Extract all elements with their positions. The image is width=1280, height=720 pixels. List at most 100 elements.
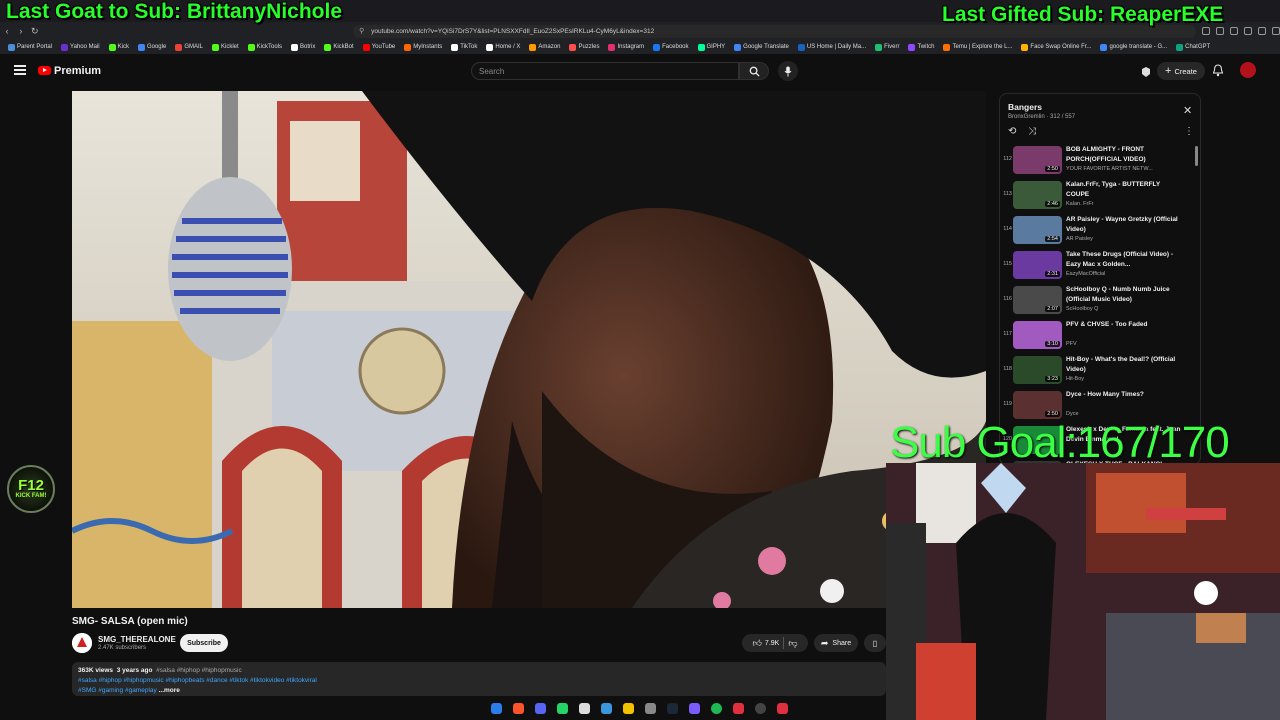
save-button[interactable]: ▯ [864, 634, 886, 652]
channel-name[interactable]: SMG_THEREALONE [98, 635, 176, 644]
pin-icon[interactable] [777, 703, 788, 714]
playlist-item[interactable]: 114 2:54 AR Paisley - Wayne Gretzky (Offic… [1000, 214, 1196, 249]
bookmark-item[interactable]: GIPHY [697, 43, 725, 51]
hashtags-top[interactable]: #salsa #hiphop #hiphopmusic [156, 667, 242, 674]
playlist-item[interactable]: 115 2:31 Take These Drugs (Official Video)… [1000, 249, 1196, 284]
description-box[interactable]: 363K views 3 years ago #salsa #hiphop #h… [72, 662, 886, 696]
app-icon[interactable] [689, 703, 700, 714]
show-more-link[interactable]: ...more [159, 687, 180, 694]
playlist-item-thumbnail[interactable]: 2:07 [1013, 286, 1062, 314]
playlist-item[interactable]: 117 3:10 PFV & CHVSE - Too Faded PFV [1000, 319, 1196, 354]
search-input[interactable]: Search [471, 62, 739, 80]
create-button[interactable]: + Create [1157, 62, 1205, 80]
shuffle-icon[interactable]: ⤨ [1028, 126, 1036, 137]
extension-icon[interactable] [1272, 27, 1280, 35]
like-button[interactable]: 👍︎ 7.9K [753, 638, 780, 649]
playlist-item-thumbnail[interactable]: 2:31 [1013, 251, 1062, 279]
bookmark-item[interactable]: Temu | Explore the L... [943, 43, 1012, 51]
playlist-item-thumbnail[interactable]: 2:50 [1013, 391, 1062, 419]
bookmark-item[interactable]: Kicklet [211, 43, 239, 51]
playlist-item-thumbnail[interactable]: 2:46 [1013, 181, 1062, 209]
subscribe-button[interactable]: Subscribe [180, 634, 228, 652]
menu-icon[interactable] [14, 65, 26, 75]
playlist-item-title[interactable]: PFV & CHVSE - Too Faded [1066, 320, 1184, 330]
playlist-item-title[interactable]: Take These Drugs (Official Video) - Eazy… [1066, 250, 1184, 269]
start-icon[interactable] [491, 703, 502, 714]
notifications-icon[interactable] [1212, 64, 1224, 82]
extension-icon[interactable] [1258, 27, 1267, 35]
playlist-item[interactable]: 113 2:46 Kalan.FrFr, Tyga - BUTTERFLY COUP… [1000, 179, 1196, 214]
playlist-item-thumbnail[interactable]: 3:23 [1013, 356, 1062, 384]
bookmark-item[interactable]: Twitch [908, 43, 934, 51]
bookmark-item[interactable]: Google Translate [734, 43, 789, 51]
pin-icon[interactable] [733, 703, 744, 714]
more-options-icon[interactable]: ⋮ [1184, 126, 1194, 137]
bookmark-item[interactable]: Google [137, 43, 166, 51]
bookmark-item[interactable]: TikTok [451, 43, 477, 51]
bookmark-item[interactable]: ChatGPT [1176, 43, 1210, 51]
search-button[interactable] [739, 62, 769, 80]
reload-icon[interactable]: ↻ [28, 26, 42, 37]
thumbs-down-icon[interactable]: 👎︎ [788, 638, 797, 649]
loop-icon[interactable]: ⟲ [1008, 126, 1016, 137]
close-icon[interactable]: ✕ [1183, 104, 1192, 117]
forward-icon[interactable]: › [14, 26, 28, 36]
playlist-item-title[interactable]: AR Paisley - Wayne Gretzky (Official Vid… [1066, 215, 1184, 234]
bookmark-item[interactable]: Amazon [529, 43, 560, 51]
bookmark-item[interactable]: google translate - G... [1100, 43, 1167, 51]
bookmark-item[interactable]: KickTools [247, 43, 282, 51]
bookmark-item[interactable]: Parent Portal [8, 43, 52, 51]
playlist-item-thumbnail[interactable]: 2:50 [1013, 146, 1062, 174]
bookmark-item[interactable]: Face Swap Online Fr... [1021, 43, 1091, 51]
playlist-item-thumbnail[interactable]: 3:10 [1013, 321, 1062, 349]
site-info-icon[interactable]: ⚲ [359, 27, 364, 35]
voice-search-button[interactable] [778, 61, 798, 81]
playlist-owner-name[interactable]: BronxGremlin [1008, 114, 1045, 120]
extension-icon[interactable] [1244, 27, 1253, 35]
hashtags-line[interactable]: #SMG #gaming #gameplay [78, 687, 157, 694]
discord-icon[interactable] [535, 703, 546, 714]
share-button[interactable]: ➦ Share [814, 634, 858, 652]
playlist-item-thumbnail[interactable]: 2:54 [1013, 216, 1062, 244]
youtube-logo-icon[interactable] [38, 66, 51, 75]
bookmark-item[interactable]: GMAIL [175, 43, 203, 51]
back-icon[interactable]: ‹ [0, 26, 14, 36]
bookmark-item[interactable]: Home / X [486, 43, 520, 51]
photos-icon[interactable] [601, 703, 612, 714]
settings-icon[interactable] [645, 703, 656, 714]
bookmark-item[interactable]: Instagram [608, 43, 644, 51]
playlist-scrollbar[interactable] [1195, 146, 1198, 166]
bookmark-item[interactable]: YouTube [362, 43, 395, 51]
bookmark-item[interactable]: KickBot [324, 43, 354, 51]
brave-icon[interactable] [513, 703, 524, 714]
whatsapp-icon[interactable] [557, 703, 568, 714]
extension-icon[interactable] [1230, 27, 1239, 35]
bookmark-item[interactable]: Fiverr [875, 43, 899, 51]
playlist-item-title[interactable]: Kalan.FrFr, Tyga - BUTTERFLY COUPE [1066, 180, 1184, 199]
video-player[interactable] [72, 91, 986, 608]
bookmark-item[interactable]: US Home | Daily Ma... [797, 43, 866, 51]
extension-icon[interactable] [1216, 27, 1225, 35]
playlist-item[interactable]: 112 2:50 BOB ALMIGHTY - FRONT PORCH(OFFICI… [1000, 144, 1196, 179]
bookmark-item[interactable]: Puzzles [569, 43, 599, 51]
app-icon[interactable] [755, 703, 766, 714]
channel-avatar[interactable] [72, 633, 92, 653]
steam-icon[interactable] [667, 703, 678, 714]
playlist-title[interactable]: Bangers [1008, 102, 1042, 112]
bookmark-item[interactable]: Yahoo Mail [61, 43, 100, 51]
extension-icon[interactable] [1202, 27, 1211, 35]
bookmark-item[interactable]: MyInstants [404, 43, 442, 51]
hashtags-line[interactable]: #salsa #hiphop #hiphopmusic #hiphopbeats… [78, 676, 880, 686]
playlist-item[interactable]: 116 2:07 ScHoolboy Q - Numb Numb Juice (Of… [1000, 284, 1196, 319]
cast-icon[interactable] [1140, 65, 1152, 83]
folder-icon[interactable] [623, 703, 634, 714]
playlist-item[interactable]: 118 3:23 Hit-Boy - What's the Deal!? (Offi… [1000, 354, 1196, 389]
spotify-icon[interactable] [711, 703, 722, 714]
playlist-item-title[interactable]: BOB ALMIGHTY - FRONT PORCH(OFFICIAL VIDE… [1066, 145, 1184, 164]
bookmark-item[interactable]: Kick [108, 43, 129, 51]
youtube-logo-text[interactable]: Premium [54, 65, 101, 77]
bookmark-item[interactable]: Facebook [653, 43, 689, 51]
playlist-item-title[interactable]: Hit-Boy - What's the Deal!? (Official Vi… [1066, 355, 1184, 374]
account-avatar[interactable] [1240, 62, 1256, 78]
calendar-icon[interactable] [579, 703, 590, 714]
